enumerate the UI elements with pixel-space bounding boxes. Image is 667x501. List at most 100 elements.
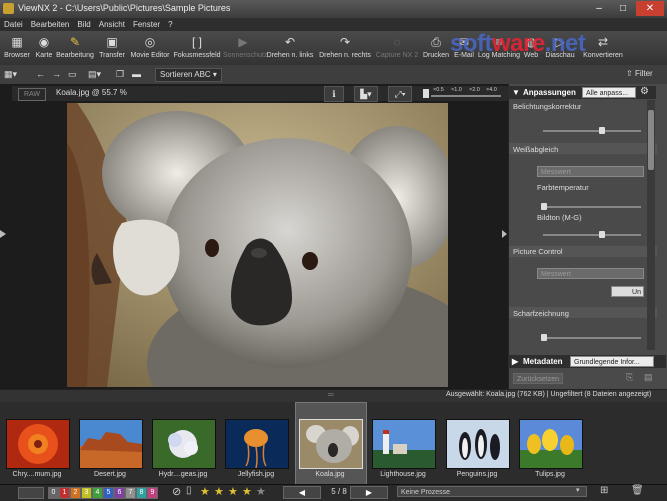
expand-panel-icon[interactable]: ⊞ [600,485,608,496]
zoom-slider-knob[interactable] [423,89,429,98]
sharpening-slider-knob[interactable] [541,334,547,341]
dropdown-chevron-icon[interactable]: ▾ [576,486,580,494]
capture-nx-button[interactable]: ◌ Capture NX 2 [374,33,420,63]
map-button[interactable]: ◉ Karte [32,33,56,63]
thumbnail-koala[interactable] [299,419,363,469]
tint-slider[interactable] [543,234,641,236]
fit-button[interactable]: ⤢▾ [388,86,412,102]
menu-datei[interactable]: Datei [0,18,27,31]
adjust-preset-dropdown[interactable]: Alle anpass... [582,87,636,98]
menu-fenster[interactable]: Fenster [129,18,164,31]
picture-control-dropdown[interactable]: Messwert [537,268,644,279]
next-image-arrow[interactable] [502,230,507,238]
movie-editor-button[interactable]: ◎ Movie Editor [128,33,172,63]
info-icon: ℹ [332,89,336,99]
star-1-icon[interactable]: ★ [200,485,210,498]
label-6-button[interactable]: 6 [114,487,125,499]
minimize-button[interactable]: – [587,1,611,16]
convert-icon: ⇄ [597,35,609,49]
zoom-level-label: ×2.0 [469,87,480,93]
reset-button[interactable]: Zurücksetzen [513,373,563,384]
label-7-button[interactable]: 7 [125,487,136,499]
expand-icon: ▶ [512,357,519,366]
colortemp-slider[interactable] [543,206,641,208]
no-rating-icon[interactable]: ⊘ [172,485,181,498]
prev-page-button[interactable]: ◀ [283,486,321,499]
exposure-slider-knob[interactable] [599,127,605,134]
close-button[interactable]: ✕ [636,1,664,16]
maximize-button[interactable]: □ [611,1,635,16]
info-button[interactable]: ℹ [324,86,344,102]
star-5-icon[interactable]: ★ [256,485,266,498]
transfer-button[interactable]: ▣ Transfer [97,33,127,63]
thumbnail-chrysanthemum[interactable] [6,419,70,469]
label-5-button[interactable]: 5 [103,487,114,499]
thumbnail-desert[interactable] [79,419,143,469]
label-0-button[interactable]: 0 [48,487,59,499]
colortemp-slider-knob[interactable] [541,203,547,210]
paste-settings-icon[interactable]: ▤ [644,372,653,383]
copy-icon[interactable]: ❐ [116,68,124,80]
edit-button[interactable]: ✎ Bearbeitung [56,33,94,63]
menu-bild[interactable]: Bild [73,18,94,31]
rotate-right-button[interactable]: ↷ Drehen n. rechts [317,33,373,63]
copy-settings-icon[interactable]: ⎘ [626,372,633,383]
film-icon: ◎ [144,35,156,49]
thumbnail-lighthouse[interactable] [372,419,436,469]
main-photo[interactable] [67,103,448,387]
forward-arrow-icon[interactable]: → [52,68,61,80]
metadata-dropdown[interactable]: Grundlegende Infor... [570,356,654,367]
folder-icon[interactable]: ▬ [132,68,141,80]
print-button[interactable]: ⎙ Drucken [422,33,450,63]
prev-image-arrow[interactable] [0,230,6,238]
histogram-icon: ▙▾ [360,89,372,99]
thumbnail-caption: Desert.jpg [94,471,126,478]
browser-button[interactable]: ▦ Browser [2,33,32,63]
folder-up-icon[interactable]: ▭ [68,68,77,80]
un-button[interactable]: Un [611,286,644,297]
focus-point-button[interactable]: [ ] Fokusmessfeld [173,33,221,63]
exposure-slider[interactable] [543,130,641,132]
label-9-button[interactable]: 9 [147,487,158,499]
menu-ansicht[interactable]: Ansicht [95,18,129,31]
zoom-slider[interactable]: ×0.5 ×1.0 ×2.0 ×4.0 [421,87,503,100]
thumbnail-jellyfish[interactable] [225,419,289,469]
star-2-icon[interactable]: ★ [214,485,224,498]
next-page-button[interactable]: ▶ [350,486,388,499]
label-1-button[interactable]: 1 [59,487,70,499]
delete-icon[interactable]: 🗑 [631,485,644,496]
panel-scroll-thumb[interactable] [648,110,654,170]
convert-button[interactable]: ⇄ Konvertieren [580,33,626,63]
splitter-handle[interactable]: ═ [328,390,334,399]
label-8-button[interactable]: 8 [136,487,147,499]
filter-button[interactable]: ⇧ Filter [626,68,653,80]
browser-icon: ▦ [11,35,23,49]
collapse-icon: ▼ [512,88,520,97]
thumbnail-penguins[interactable] [446,419,510,469]
label-4-button[interactable]: 4 [92,487,103,499]
thumbnail-hydrangeas[interactable] [152,419,216,469]
star-4-icon[interactable]: ★ [242,485,252,498]
sharpening-slider[interactable] [543,337,641,339]
settings-icon[interactable]: ⚙ [640,86,649,97]
sunshade-button[interactable]: ▶ Sonnenschutz [223,33,267,63]
trash-rating-icon[interactable]: ▯ [186,485,192,496]
capture-icon: ◌ [393,35,401,49]
menu-help[interactable]: ? [164,18,176,31]
whitebalance-dropdown[interactable]: Messwert [537,166,644,177]
rotate-left-button[interactable]: ↶ Drehen n. links [265,33,315,63]
thumbnail-tulips[interactable] [519,419,583,469]
sort-dropdown[interactable]: Sortieren ABC ▾ [155,68,222,82]
label-3-button[interactable]: 3 [81,487,92,499]
star-3-icon[interactable]: ★ [228,485,238,498]
panel-scrollbar[interactable] [647,100,655,350]
label-2-button[interactable]: 2 [70,487,81,499]
histogram-button[interactable]: ▙▾ [354,86,378,102]
tint-slider-knob[interactable] [599,231,605,238]
menu-bearbeiten[interactable]: Bearbeiten [27,18,74,31]
folder-new-icon[interactable]: ▤▾ [88,68,101,80]
thumbnail-size-icon[interactable] [18,487,44,499]
camera-icon: ▣ [106,35,118,49]
back-arrow-icon[interactable]: ← [36,68,45,80]
grid-view-icon[interactable]: ▦▾ [4,68,17,80]
